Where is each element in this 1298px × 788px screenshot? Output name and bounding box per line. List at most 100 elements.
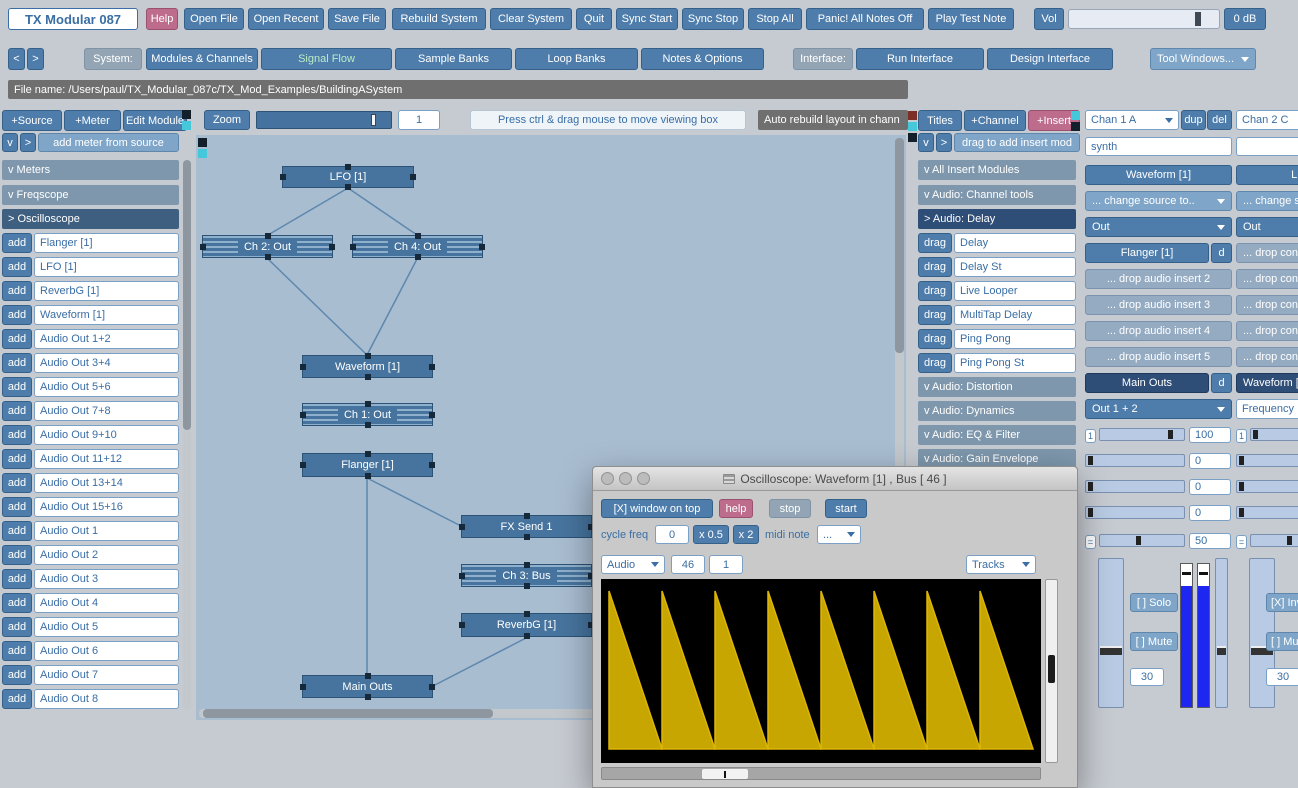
node-port[interactable] [300, 364, 306, 370]
add-module-button[interactable]: add [2, 329, 32, 349]
invert-button[interactable]: [X] Invert [1266, 593, 1298, 612]
node-port[interactable] [345, 184, 351, 190]
node-port[interactable] [524, 583, 530, 589]
source-module-item[interactable]: Audio Out 3 [34, 569, 179, 589]
cycle-freq-input[interactable]: 0 [655, 525, 689, 544]
slider-handle[interactable] [1253, 430, 1258, 439]
slider-handle[interactable] [1239, 508, 1244, 517]
channel-slider-5[interactable] [1099, 534, 1185, 547]
insert-drop-3[interactable]: ... drop control insert 3 [1236, 295, 1298, 315]
source-module-item[interactable]: Audio Out 4 [34, 593, 179, 613]
node-port[interactable] [524, 534, 530, 540]
insert-drop-5[interactable]: ... drop audio insert 5 [1085, 347, 1232, 367]
node-reverb[interactable]: ReverbG [1] [461, 613, 592, 637]
volume-slider[interactable] [1068, 9, 1220, 29]
insert-module-item[interactable]: Delay [954, 233, 1076, 253]
drag-module-button[interactable]: drag [918, 233, 952, 253]
slider-handle[interactable] [1136, 536, 1141, 545]
section-channel-tools[interactable]: v Audio: Channel tools [918, 185, 1076, 205]
insert-module-item[interactable]: Live Looper [954, 281, 1076, 301]
duplicate-channel-button[interactable]: dup [1181, 110, 1206, 130]
canvas-horizontal-scrollbar-handle[interactable] [203, 709, 493, 718]
add-module-button[interactable]: add [2, 281, 32, 301]
node-port[interactable] [350, 244, 356, 250]
add-module-button[interactable]: add [2, 305, 32, 325]
channel-slider-2[interactable] [1236, 454, 1298, 467]
node-port[interactable] [429, 412, 435, 418]
fader-handle[interactable] [1217, 646, 1226, 655]
node-flanger[interactable]: Flanger [1] [302, 453, 433, 477]
channel-fader[interactable] [1098, 558, 1124, 708]
window-minimize-button[interactable] [619, 472, 632, 485]
source-module-item[interactable]: LFO [1] [34, 257, 179, 277]
sync-start-button[interactable]: Sync Start [616, 8, 678, 30]
source-module-item[interactable]: Audio Out 6 [34, 641, 179, 661]
source-module-item[interactable]: Audio Out 7+8 [34, 401, 179, 421]
section-all-inserts[interactable]: v All Insert Modules [918, 160, 1076, 180]
help-button[interactable]: Help [146, 8, 178, 30]
change-source-dropdown[interactable]: ... change source to.. [1236, 191, 1298, 211]
insert-drop-5[interactable]: ... drop control insert 5 [1236, 347, 1298, 367]
node-port[interactable] [524, 513, 530, 519]
source-out-dropdown[interactable]: Out [1085, 217, 1232, 237]
insert-drop-target[interactable]: drag to add insert mod [954, 133, 1080, 152]
collapse-button[interactable]: v [918, 133, 934, 152]
add-module-button[interactable]: add [2, 257, 32, 277]
insert-module-item[interactable]: Delay St [954, 257, 1076, 277]
section-audio-distortion[interactable]: v Audio: Distortion [918, 377, 1076, 397]
node-port[interactable] [300, 684, 306, 690]
slider-4-value[interactable]: 0 [1189, 505, 1231, 521]
source-module-item[interactable]: Flanger [1] [34, 233, 179, 253]
destination-button[interactable]: Waveform [1] [1236, 373, 1298, 393]
node-port[interactable] [429, 364, 435, 370]
add-source-button[interactable]: +Source [2, 110, 62, 131]
slider-handle[interactable] [1088, 508, 1093, 517]
node-port[interactable] [300, 462, 306, 468]
fade-time-value[interactable]: 30 [1130, 668, 1164, 686]
channel-name-input[interactable]: synth [1085, 137, 1232, 156]
node-port[interactable] [265, 233, 271, 239]
node-ch2-out[interactable]: Ch 2: Out [202, 235, 333, 258]
add-module-button[interactable]: add [2, 497, 32, 517]
scope-mode-dropdown[interactable]: Audio [601, 555, 665, 574]
add-module-button[interactable]: add [2, 569, 32, 589]
tab-signal-flow[interactable]: Signal Flow [261, 48, 392, 70]
node-port[interactable] [365, 401, 371, 407]
section-audio-dynamics[interactable]: v Audio: Dynamics [918, 401, 1076, 421]
destination-button[interactable]: Main Outs [1085, 373, 1209, 393]
node-port[interactable] [524, 633, 530, 639]
insert-drop-4[interactable]: ... drop audio insert 4 [1085, 321, 1232, 341]
source-module-item[interactable]: Audio Out 9+10 [34, 425, 179, 445]
window-close-button[interactable] [601, 472, 614, 485]
insert-1-button[interactable]: Flanger [1] [1085, 243, 1209, 263]
expand-button[interactable]: > [936, 133, 952, 152]
window-on-top-toggle[interactable]: [X] window on top [601, 499, 713, 518]
edit-module-button[interactable]: Edit Module [123, 110, 187, 131]
insert-drop-4[interactable]: ... drop control insert 4 [1236, 321, 1298, 341]
tab-notes-options[interactable]: Notes & Options [641, 48, 764, 70]
channel-slider-1[interactable] [1250, 428, 1298, 441]
insert-module-item[interactable]: Ping Pong St [954, 353, 1076, 373]
add-module-button[interactable]: add [2, 449, 32, 469]
node-port[interactable] [479, 244, 485, 250]
channel-slider-3[interactable] [1236, 480, 1298, 493]
source-module-item[interactable]: Audio Out 8 [34, 689, 179, 709]
scope-bus-input[interactable]: 46 [671, 555, 705, 574]
midi-note-dropdown[interactable]: ... [817, 525, 861, 544]
add-module-button[interactable]: add [2, 521, 32, 541]
scope-help-button[interactable]: help [719, 499, 753, 518]
add-module-button[interactable]: add [2, 425, 32, 445]
insert-drop-3[interactable]: ... drop audio insert 3 [1085, 295, 1232, 315]
mute-button[interactable]: [ ] Mute [1130, 632, 1178, 651]
open-recent-button[interactable]: Open Recent [248, 8, 324, 30]
meter-handle[interactable] [1199, 572, 1208, 575]
drag-module-button[interactable]: drag [918, 329, 952, 349]
node-port[interactable] [265, 254, 271, 260]
node-port[interactable] [415, 233, 421, 239]
node-port[interactable] [429, 462, 435, 468]
source-out-dropdown[interactable]: Out [1236, 217, 1298, 237]
channel-slider-5[interactable] [1250, 534, 1298, 547]
scope-horizontal-scrollbar-handle[interactable] [702, 769, 748, 779]
add-module-button[interactable]: add [2, 377, 32, 397]
play-test-note-button[interactable]: Play Test Note [928, 8, 1014, 30]
